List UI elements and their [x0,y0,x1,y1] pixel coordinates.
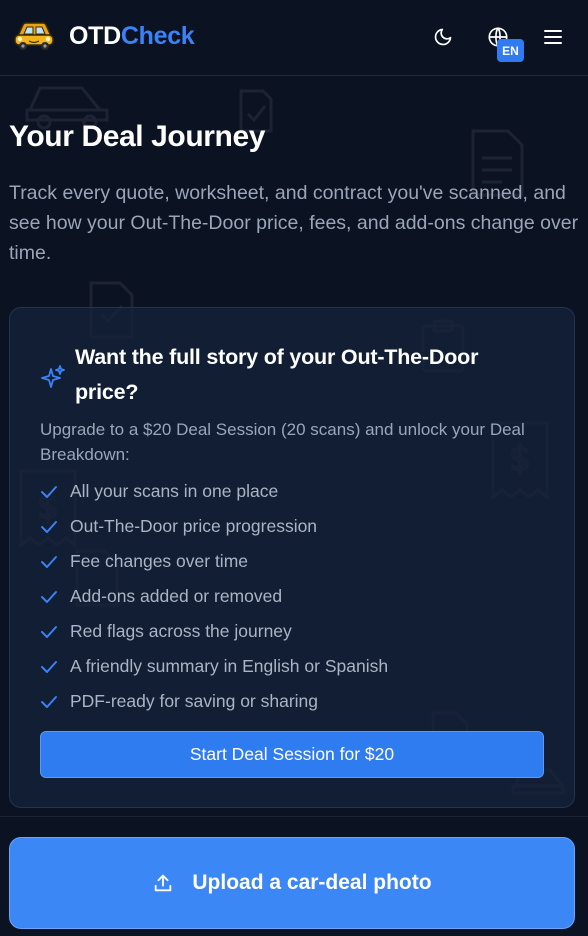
check-icon [40,517,60,537]
list-item: Add-ons added or removed [40,579,388,614]
start-deal-session-button[interactable]: Start Deal Session for $20 [40,731,544,778]
upsell-title: Want the full story of your Out-The-Door… [75,345,479,404]
language-badge[interactable]: EN [497,39,524,62]
upload-icon [152,872,174,894]
sparkle-icon [40,364,66,390]
check-icon [40,482,60,502]
list-item: Red flags across the journey [40,614,388,649]
page-description: Track every quote, worksheet, and contra… [9,182,579,264]
menu-button[interactable] [538,22,568,52]
section-divider [0,816,588,817]
feature-label: Fee changes over time [70,551,249,571]
theme-toggle-button[interactable] [428,22,458,52]
check-icon [40,692,60,712]
hamburger-menu-icon [544,30,562,44]
check-icon [40,657,60,677]
app-header: OTDCheck EN [0,0,588,76]
check-icon [40,552,60,572]
list-item: Out-The-Door price progression [40,509,388,544]
feature-label: A friendly summary in English or Spanish [70,656,389,676]
feature-label: Add-ons added or removed [70,586,283,606]
list-item: A friendly summary in English or Spanish [40,649,388,684]
car-logo-icon[interactable] [12,18,56,52]
feature-label: Out-The-Door price progression [70,516,318,536]
list-item: All your scans in one place [40,474,388,509]
brand-part-check: Check [120,22,195,50]
brand-wordmark[interactable]: OTDCheck [69,22,195,51]
deal-session-upsell-card: Want the full story of your Out-The-Door… [9,307,575,808]
page-title: Your Deal Journey [9,120,266,153]
upload-photo-button[interactable]: Upload a car-deal photo [9,837,575,929]
list-item: PDF-ready for saving or sharing [40,684,388,719]
moon-icon [434,28,452,46]
brand-part-otd: OTD [69,22,121,50]
upload-button-label: Upload a car-deal photo [192,871,432,894]
feature-label: All your scans in one place [70,481,279,501]
check-icon [40,587,60,607]
upsell-description: Upgrade to a $20 Deal Session (20 scans)… [40,420,525,464]
feature-list: All your scans in one place Out-The-Door… [40,474,388,719]
feature-label: Red flags across the journey [70,621,292,641]
feature-label: PDF-ready for saving or sharing [70,691,319,711]
check-icon [40,622,60,642]
list-item: Fee changes over time [40,544,388,579]
